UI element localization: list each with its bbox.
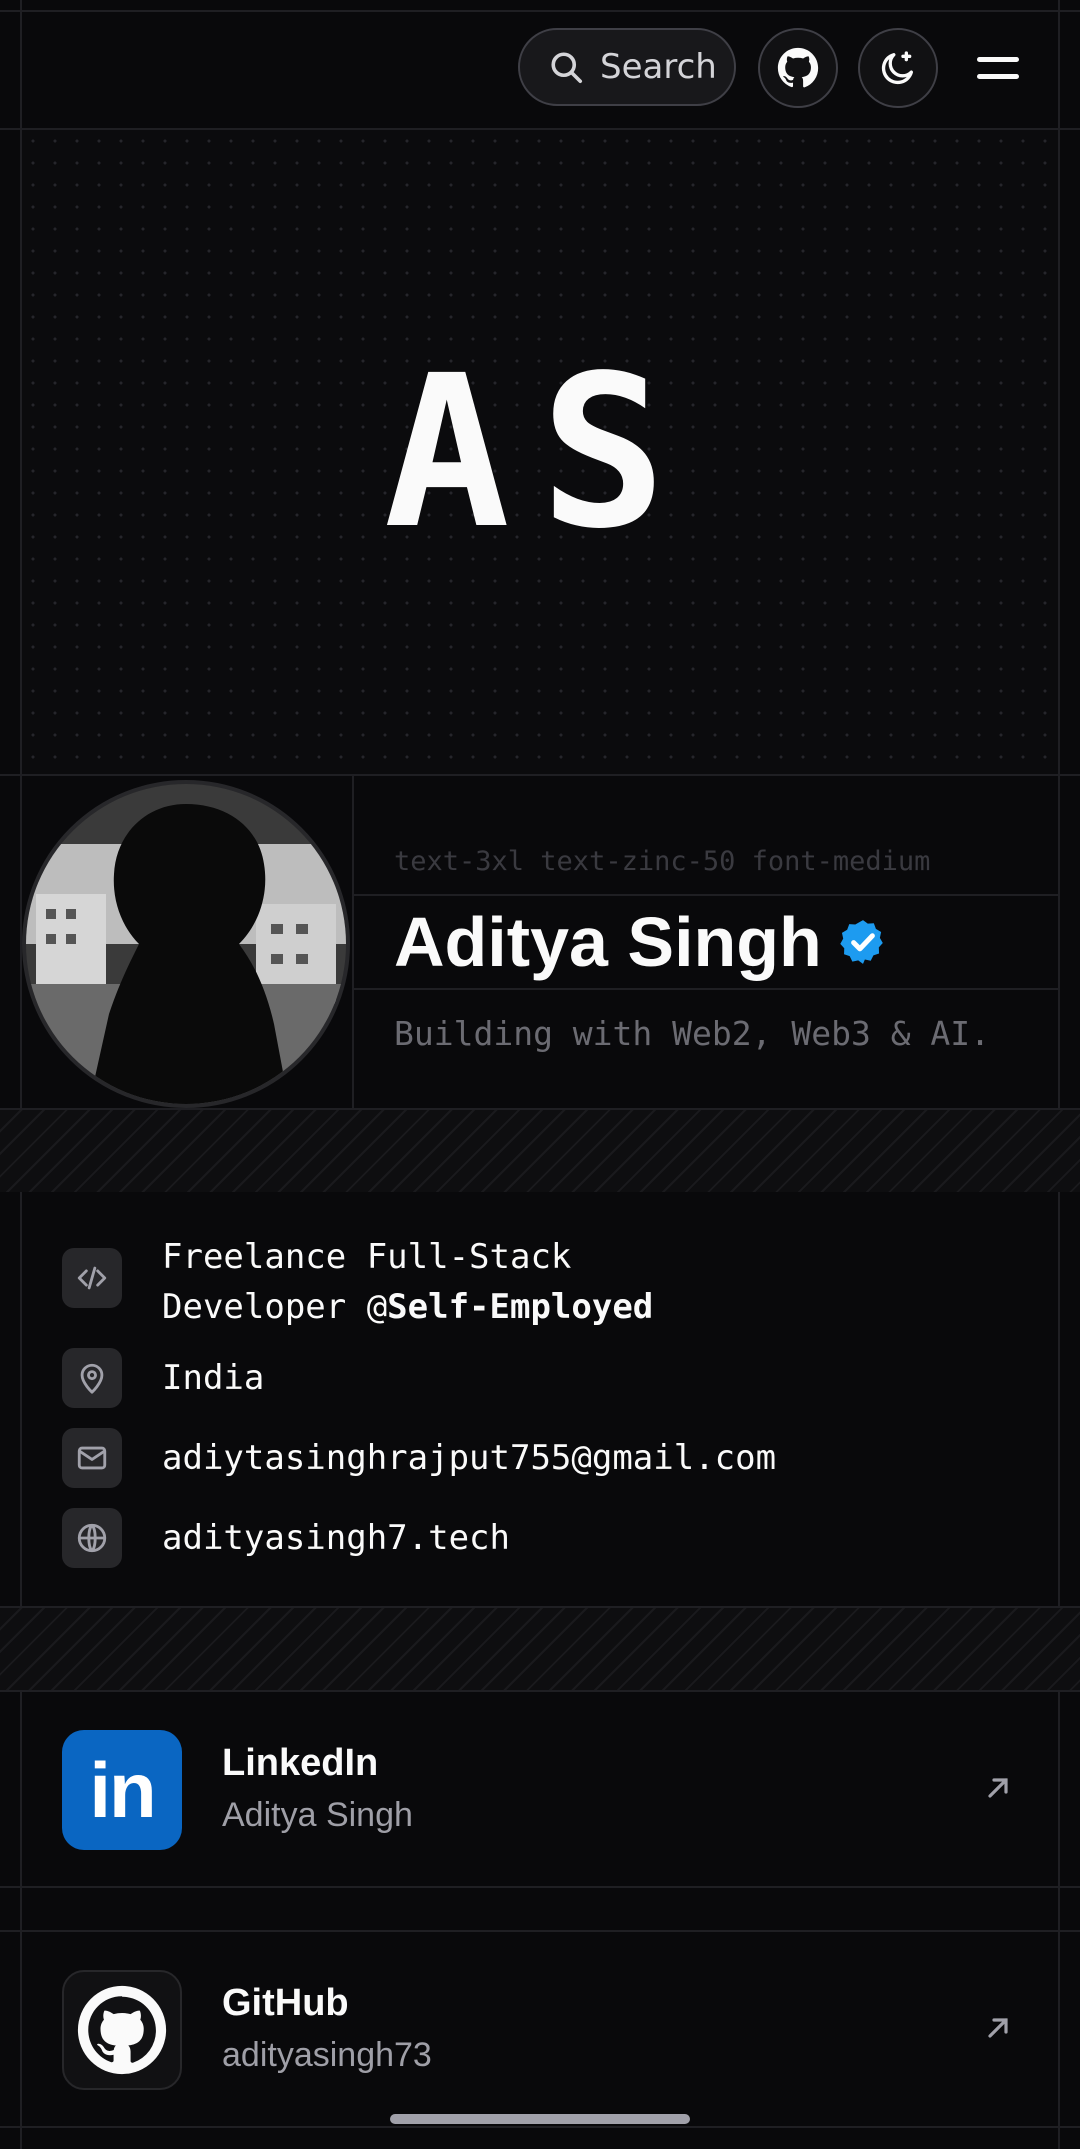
linkedin-icon: in — [62, 1730, 182, 1850]
site-logo: AS — [383, 329, 697, 575]
linkedin-title: LinkedIn — [222, 1742, 379, 1784]
menu-button[interactable] — [970, 46, 1026, 90]
profile-name: Aditya Singh — [394, 903, 822, 981]
search-label: Search — [600, 47, 717, 87]
github-card[interactable]: GitHub adityasingh73 — [22, 1932, 1058, 2126]
profile-name-row: Aditya Singh — [394, 902, 888, 982]
theme-toggle-button[interactable] — [858, 28, 938, 108]
search-icon — [551, 52, 583, 84]
github-handle: adityasingh73 — [222, 2036, 432, 2074]
job-title: Freelance Full-Stack Developer @Self-Emp… — [162, 1232, 653, 1332]
search-button[interactable]: Search — [518, 28, 736, 106]
stripe-separator — [0, 1110, 1080, 1192]
hero-banner: AS — [22, 130, 1058, 774]
linkedin-card[interactable]: in LinkedIn Aditya Singh — [22, 1692, 1058, 1886]
divider — [0, 1886, 1080, 1888]
profile-photo — [26, 784, 346, 1104]
info-item-location: India — [62, 1348, 264, 1408]
globe-icon — [62, 1508, 122, 1568]
menu-icon — [977, 57, 1019, 62]
email-link[interactable]: adiytasinghrajput755@gmail.com — [162, 1433, 776, 1483]
external-link-icon — [988, 2018, 1008, 2038]
github-icon — [777, 47, 819, 88]
menu-icon — [977, 74, 1019, 79]
info-item-website: adityasingh7.tech — [62, 1508, 510, 1568]
job-title-prefix: Developer @ — [162, 1287, 388, 1327]
class-hint: text-3xl text-zinc-50 font-medium — [394, 846, 931, 877]
top-nav: Search — [0, 10, 1080, 128]
home-indicator[interactable] — [390, 2114, 690, 2124]
stripe-separator — [0, 1608, 1080, 1690]
right-rail — [1058, 0, 1060, 2149]
github-logo-icon — [62, 1970, 182, 2090]
code-icon — [62, 1248, 122, 1308]
github-button[interactable] — [758, 28, 838, 108]
website-link[interactable]: adityasingh7.tech — [162, 1513, 510, 1563]
external-link-icon — [988, 1778, 1008, 1798]
linkedin-handle: Aditya Singh — [222, 1796, 413, 1834]
mail-icon — [62, 1428, 122, 1488]
job-title-line2: Developer @Self-Employed — [162, 1282, 653, 1332]
profile-header: text-3xl text-zinc-50 font-medium Aditya… — [352, 776, 1058, 1106]
company-name: Self-Employed — [387, 1287, 654, 1327]
map-pin-icon — [62, 1348, 122, 1408]
theme-toggle-icon — [881, 51, 913, 85]
divider — [352, 894, 1058, 896]
job-title-line1: Freelance Full-Stack — [162, 1237, 572, 1277]
avatar — [22, 780, 350, 1108]
divider — [352, 988, 1058, 990]
profile-tagline: Building with Web2, Web3 & AI. — [394, 1014, 991, 1053]
info-item-email: adiytasinghrajput755@gmail.com — [62, 1428, 776, 1488]
divider — [0, 2126, 1080, 2128]
github-title: GitHub — [222, 1982, 349, 2024]
verified-badge-icon — [840, 920, 883, 964]
location: India — [162, 1358, 265, 1398]
info-item-job: Freelance Full-Stack Developer @Self-Emp… — [62, 1237, 653, 1332]
